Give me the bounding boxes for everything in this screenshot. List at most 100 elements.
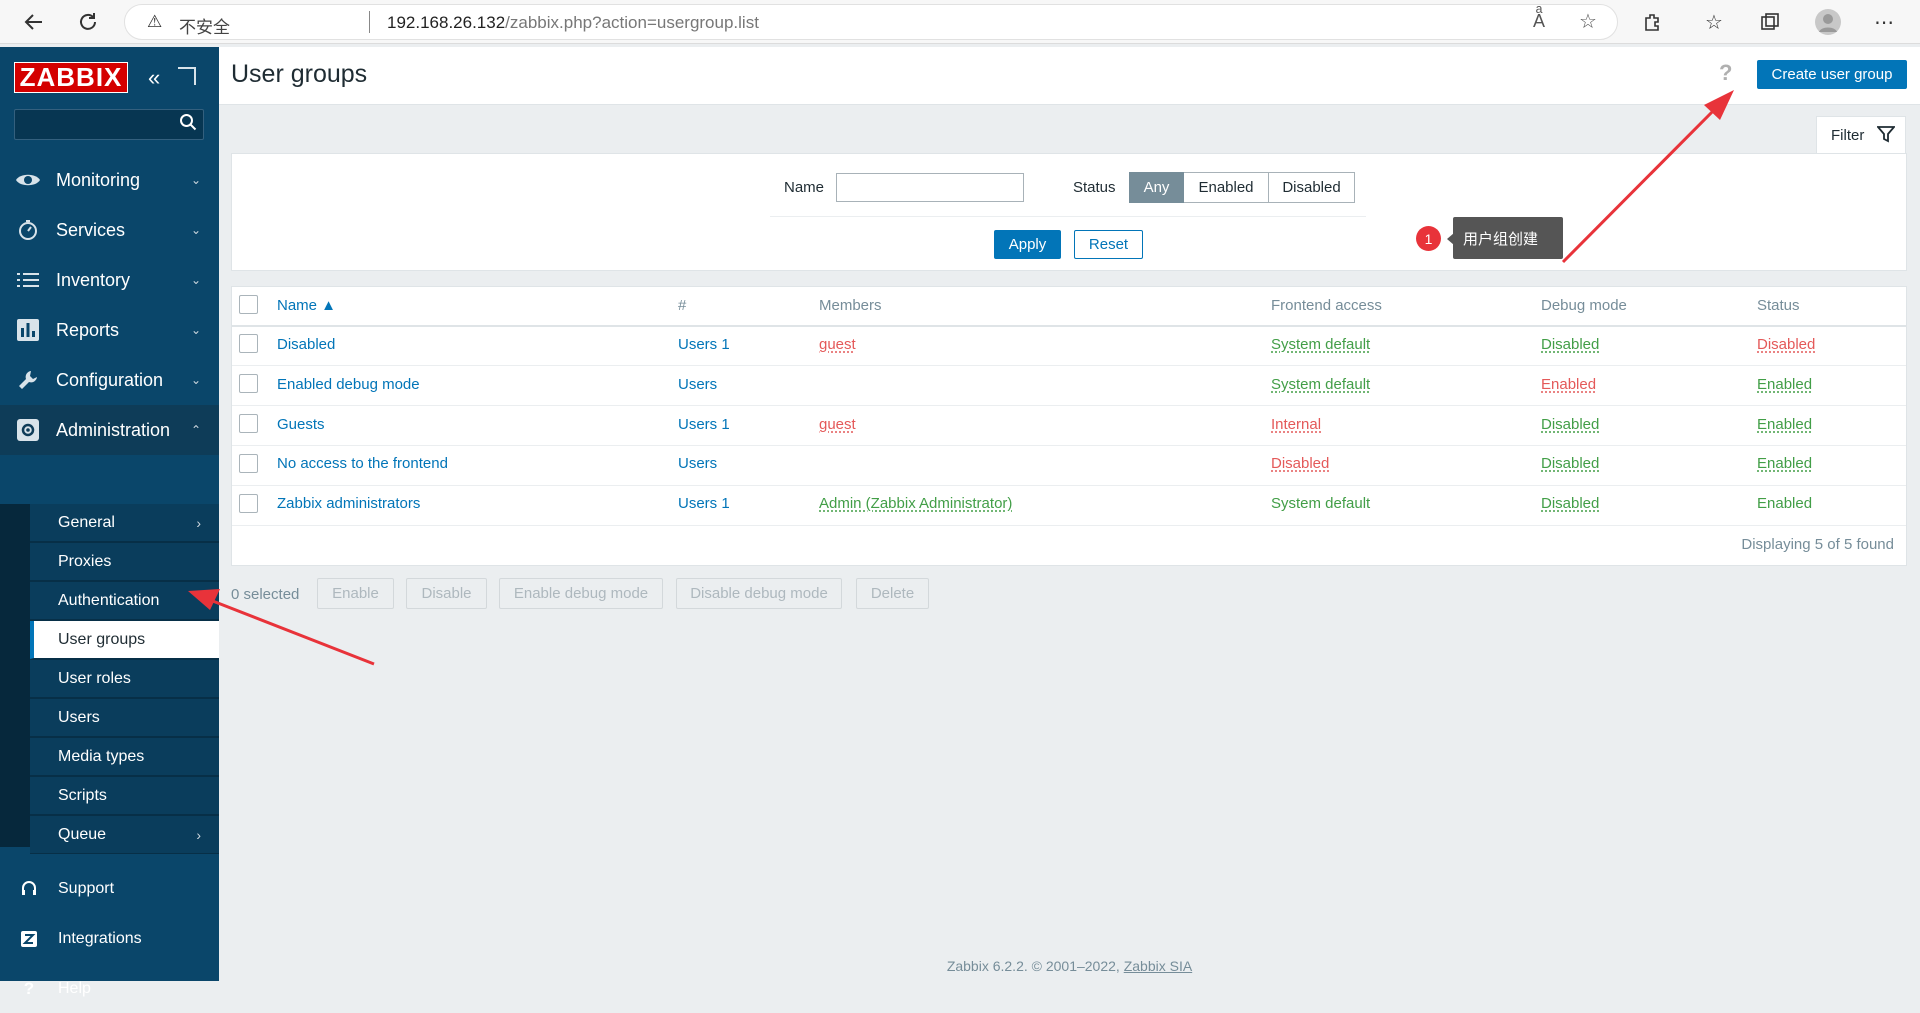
page-footer: Zabbix 6.2.2. © 2001–2022, Zabbix SIA bbox=[219, 958, 1920, 974]
member-link[interactable]: guest bbox=[819, 336, 856, 353]
apply-button[interactable]: Apply bbox=[994, 230, 1061, 259]
status-toggle[interactable]: Enabled bbox=[1757, 455, 1812, 472]
enable-button[interactable]: Enable bbox=[317, 578, 394, 609]
users-count-link[interactable]: Users bbox=[678, 455, 717, 472]
read-aloud-icon[interactable]: A͏ͣ bbox=[1533, 11, 1545, 32]
create-user-group-button[interactable]: Create user group bbox=[1757, 60, 1907, 89]
filter-tab[interactable]: Filter bbox=[1816, 116, 1906, 154]
refresh-icon[interactable] bbox=[72, 6, 104, 38]
status-enabled-option[interactable]: Enabled bbox=[1184, 172, 1269, 203]
collections-icon[interactable] bbox=[1754, 6, 1786, 38]
menu-configuration[interactable]: Configuration ⌄ bbox=[0, 355, 219, 405]
chevron-down-icon: ⌄ bbox=[190, 173, 201, 187]
member-link[interactable]: guest bbox=[819, 416, 856, 433]
menu-inventory[interactable]: Inventory ⌄ bbox=[0, 255, 219, 305]
filter-divider bbox=[770, 216, 1366, 217]
menu-support[interactable]: Support bbox=[0, 865, 219, 913]
select-all-checkbox[interactable] bbox=[239, 295, 258, 314]
row-checkbox[interactable] bbox=[239, 374, 258, 393]
submenu-media-types[interactable]: Media types bbox=[30, 738, 219, 776]
row-checkbox[interactable] bbox=[239, 334, 258, 353]
zabbix-sia-link[interactable]: Zabbix SIA bbox=[1124, 958, 1192, 974]
warning-icon: ⚠ bbox=[147, 12, 163, 31]
menu-administration[interactable]: Administration ⌃ bbox=[0, 405, 219, 455]
status-toggle[interactable]: Disabled bbox=[1757, 336, 1815, 353]
frontend-access-toggle[interactable]: Internal bbox=[1271, 416, 1321, 433]
group-name-link[interactable]: Disabled bbox=[277, 336, 335, 353]
menu-services[interactable]: Services ⌄ bbox=[0, 205, 219, 255]
sidebar-search-input[interactable] bbox=[14, 109, 204, 140]
column-header-name[interactable]: Name ▲ bbox=[277, 297, 336, 314]
status-toggle[interactable]: Enabled bbox=[1757, 376, 1812, 393]
delete-button[interactable]: Delete bbox=[856, 578, 929, 609]
submenu-user-roles[interactable]: User roles bbox=[30, 660, 219, 698]
users-count-link[interactable]: Users 1 bbox=[678, 336, 730, 353]
reset-button[interactable]: Reset bbox=[1074, 230, 1143, 259]
debug-mode-toggle[interactable]: Disabled bbox=[1541, 495, 1599, 512]
chevron-right-icon: › bbox=[196, 514, 201, 531]
favorites-icon[interactable]: ☆ bbox=[1698, 6, 1730, 38]
row-checkbox[interactable] bbox=[239, 414, 258, 433]
menu-help[interactable]: ? Help bbox=[0, 965, 219, 1013]
name-filter-input[interactable] bbox=[836, 173, 1024, 202]
disable-button[interactable]: Disable bbox=[406, 578, 487, 609]
status-toggle[interactable]: Enabled bbox=[1757, 416, 1812, 433]
submenu-queue[interactable]: Queue › bbox=[30, 816, 219, 854]
more-menu-icon[interactable]: ⋯ bbox=[1868, 6, 1900, 38]
kiosk-mode-icon[interactable] bbox=[178, 67, 196, 85]
help-icon[interactable]: ? bbox=[1719, 60, 1732, 86]
chevron-down-icon: ⌄ bbox=[190, 373, 201, 387]
menu-label: Inventory bbox=[56, 269, 131, 290]
users-count-link[interactable]: Users bbox=[678, 376, 717, 393]
submenu-authentication[interactable]: Authentication bbox=[30, 582, 219, 620]
column-header-members: Members bbox=[819, 297, 882, 314]
submenu-label: Proxies bbox=[58, 552, 112, 570]
member-link[interactable]: Admin (Zabbix Administrator) bbox=[819, 495, 1012, 512]
profile-avatar-icon[interactable] bbox=[1812, 6, 1844, 38]
submenu-users[interactable]: Users bbox=[30, 699, 219, 737]
wrench-icon bbox=[0, 369, 56, 391]
frontend-access-toggle[interactable]: Disabled bbox=[1271, 455, 1329, 472]
debug-mode-toggle[interactable]: Disabled bbox=[1541, 416, 1599, 433]
debug-mode-toggle[interactable]: Enabled bbox=[1541, 376, 1596, 393]
submenu-proxies[interactable]: Proxies bbox=[30, 543, 219, 581]
debug-mode-toggle[interactable]: Disabled bbox=[1541, 336, 1599, 353]
favorite-add-icon[interactable]: ☆ bbox=[1579, 9, 1597, 34]
submenu-general[interactable]: General › bbox=[30, 504, 219, 542]
extensions-icon[interactable] bbox=[1636, 6, 1668, 38]
enable-debug-mode-button[interactable]: Enable debug mode bbox=[499, 578, 663, 609]
search-icon[interactable] bbox=[179, 113, 197, 136]
gear-icon bbox=[0, 419, 56, 441]
menu-monitoring[interactable]: Monitoring ⌄ bbox=[0, 155, 219, 205]
menu-label: Services bbox=[56, 219, 126, 240]
menu-reports[interactable]: Reports ⌄ bbox=[0, 305, 219, 355]
group-name-link[interactable]: Zabbix administrators bbox=[277, 495, 420, 512]
users-count-link[interactable]: Users 1 bbox=[678, 495, 730, 512]
address-bar[interactable]: ⚠ 不安全 192.168.26.132/zabbix.php?action=u… bbox=[124, 4, 1618, 40]
submenu-label: Users bbox=[58, 708, 100, 726]
row-checkbox[interactable] bbox=[239, 454, 258, 473]
users-count-link[interactable]: Users 1 bbox=[678, 416, 730, 433]
collapse-sidebar-icon[interactable]: « bbox=[148, 65, 160, 91]
submenu-scripts[interactable]: Scripts bbox=[30, 777, 219, 815]
status-disabled-option[interactable]: Disabled bbox=[1269, 172, 1355, 203]
funnel-icon bbox=[1876, 125, 1896, 147]
status-any-option[interactable]: Any bbox=[1129, 172, 1184, 203]
menu-integrations[interactable]: Integrations bbox=[0, 915, 219, 963]
disable-debug-mode-button[interactable]: Disable debug mode bbox=[676, 578, 842, 609]
sidebar: ZABBIX « Monitoring ⌄ Services ⌄ Invento… bbox=[0, 47, 219, 998]
submenu-user-groups[interactable]: User groups bbox=[30, 621, 219, 659]
group-name-link[interactable]: Guests bbox=[277, 416, 325, 433]
paging-summary: Displaying 5 of 5 found bbox=[1741, 536, 1894, 553]
back-arrow-icon[interactable] bbox=[18, 6, 50, 38]
table-row bbox=[232, 405, 1906, 445]
group-name-link[interactable]: Enabled debug mode bbox=[277, 376, 420, 393]
debug-mode-toggle[interactable]: Disabled bbox=[1541, 455, 1599, 472]
zabbix-logo[interactable]: ZABBIX bbox=[14, 62, 128, 93]
menu-label: Configuration bbox=[56, 369, 164, 390]
copyright-text: Zabbix 6.2.2. © 2001–2022, bbox=[946, 958, 1120, 974]
frontend-access-toggle[interactable]: System default bbox=[1271, 376, 1370, 393]
group-name-link[interactable]: No access to the frontend bbox=[277, 455, 448, 472]
frontend-access-toggle[interactable]: System default bbox=[1271, 336, 1370, 353]
row-checkbox[interactable] bbox=[239, 494, 258, 513]
